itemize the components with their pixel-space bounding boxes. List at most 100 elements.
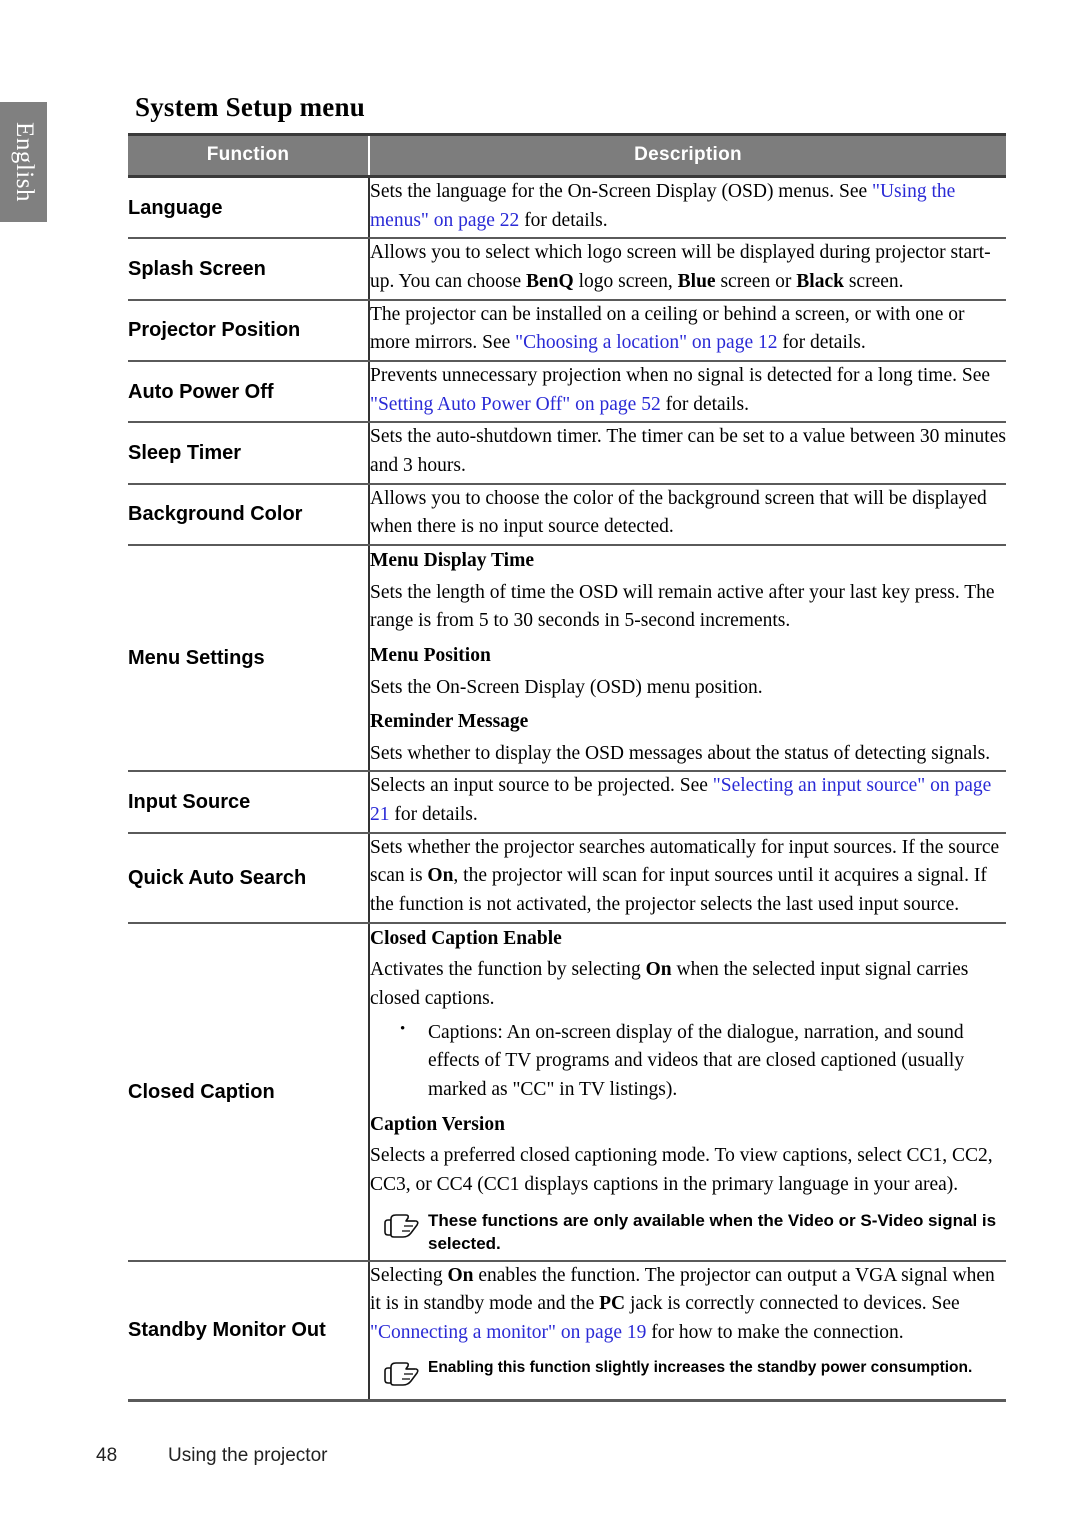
system-setup-table: Function Description Language Sets the la…: [128, 133, 1006, 1403]
emphasis-text: Blue: [677, 270, 716, 292]
table-row: Standby Monitor Out Selecting On enables …: [128, 1260, 1006, 1403]
emphasis-text: Black: [796, 270, 844, 292]
column-header-description: Description: [369, 133, 1006, 178]
table-row: Sleep Timer Sets the auto-shutdown timer.…: [128, 422, 1006, 485]
emphasis-text: On: [447, 1264, 474, 1286]
description-cell: Selects an input source to be projected.…: [369, 771, 1006, 834]
footer-page-number: 48: [96, 1445, 118, 1466]
body-text: Sets the length of time the OSD will rem…: [370, 581, 995, 632]
page-content: System Setup menu Function Description L…: [128, 92, 1006, 1403]
description-cell: Closed Caption Enable Activates the funct…: [369, 922, 1006, 1262]
table-row: Quick Auto Search Sets whether the projec…: [128, 832, 1006, 924]
function-name-cell: Input Source: [128, 771, 370, 834]
body-text: Selects an input source to be projected.…: [370, 775, 713, 797]
description-paragraph: Activates the function by selecting On w…: [370, 956, 1006, 1013]
description-bullet-list: Captions: An on-screen display of the di…: [370, 1018, 1006, 1105]
description-cell: Sets the auto-shutdown timer. The timer …: [369, 422, 1006, 485]
body-text: , the projector will scan for input sour…: [370, 865, 987, 916]
document-page: { "sidebar": { "language_tab": "English"…: [0, 0, 1080, 1534]
page-footer: 48 Using the projector: [96, 1445, 996, 1467]
body-text: for details.: [777, 332, 866, 354]
cross-reference-link[interactable]: "Choosing a location" on page 12: [515, 332, 777, 353]
description-paragraph: Sets whether to display the OSD messages…: [370, 740, 1006, 769]
table-header-row: Function Description: [128, 133, 1006, 178]
body-text: screen.: [843, 270, 904, 292]
description-subheading: Menu Display Time: [370, 549, 534, 571]
emphasis-text: On: [645, 959, 672, 981]
table-body: Language Sets the language for the On-Scr…: [128, 176, 1006, 1403]
function-name-cell: Menu Settings: [128, 544, 370, 773]
description-cell: Allows you to choose the color of the ba…: [369, 483, 1006, 546]
function-name-cell: Quick Auto Search: [128, 832, 370, 924]
note-callout: Enabling this function slightly increase…: [370, 1358, 1006, 1396]
body-text: for details.: [389, 804, 478, 826]
description-subheading: Caption Version: [370, 1113, 505, 1135]
function-name-cell: Splash Screen: [128, 238, 370, 301]
table-row: Menu Settings Menu Display Time Sets the l…: [128, 544, 1006, 773]
description-subheading: Closed Caption Enable: [370, 927, 562, 949]
body-text: Selects a preferred closed captioning mo…: [370, 1145, 993, 1195]
language-tab-label: English: [10, 122, 38, 202]
function-name-cell: Projector Position: [128, 299, 370, 362]
description-paragraph: Sets the length of time the OSD will rem…: [370, 579, 1006, 636]
body-text: Prevents unnecessary projection when no …: [370, 364, 991, 386]
body-text: jack is correctly connected to devices. …: [625, 1293, 960, 1315]
table-row: Closed Caption Closed Caption Enable Activ…: [128, 922, 1006, 1262]
page-title: System Setup menu: [135, 92, 365, 122]
column-header-function: Function: [128, 133, 370, 178]
description-cell: Menu Display Time Sets the length of time…: [369, 544, 1006, 773]
body-text: Sets the On-Screen Display (OSD) menu po…: [370, 676, 763, 698]
emphasis-text: On: [427, 865, 454, 887]
description-paragraph: Sets whether the projector searches auto…: [370, 834, 1006, 920]
pointing-hand-icon: [382, 1212, 424, 1248]
body-text: Sets the language for the On-Screen Disp…: [370, 181, 873, 202]
note-text: Enabling this function slightly increase…: [428, 1358, 973, 1376]
description-cell: The projector can be installed on a ceil…: [369, 299, 1006, 362]
description-paragraph: Selecting On enables the function. The p…: [370, 1262, 1006, 1348]
description-paragraph: Selects a preferred closed captioning mo…: [370, 1142, 1006, 1199]
description-paragraph: Allows you to choose the color of the ba…: [370, 485, 1006, 542]
cross-reference-link[interactable]: "Connecting a monitor" on page 19: [370, 1322, 646, 1343]
body-text: Selecting: [370, 1264, 448, 1286]
function-name-cell: Sleep Timer: [128, 422, 370, 485]
note-text: These functions are only available when …: [428, 1210, 997, 1253]
description-paragraph: Sets the auto-shutdown timer. The timer …: [370, 423, 1006, 480]
table-row: Language Sets the language for the On-Scr…: [128, 176, 1006, 240]
table-row: Projector Position The projector can be i…: [128, 299, 1006, 362]
function-name-cell: Standby Monitor Out: [128, 1260, 370, 1403]
note-callout: These functions are only available when …: [370, 1210, 1006, 1256]
function-name-cell: Closed Caption: [128, 922, 370, 1262]
list-item: Captions: An on-screen display of the di…: [400, 1018, 1006, 1105]
function-name-cell: Auto Power Off: [128, 360, 370, 424]
description-cell: Prevents unnecessary projection when no …: [369, 360, 1006, 424]
description-cell: Allows you to select which logo screen w…: [369, 238, 1006, 301]
table-row: Background Color Allows you to choose the…: [128, 483, 1006, 546]
description-paragraph: Selects an input source to be projected.…: [370, 772, 1006, 829]
body-text: Allows you to choose the color of the ba…: [370, 487, 987, 538]
table-header: Function Description: [128, 133, 1006, 178]
body-text: Activates the function by selecting: [370, 959, 646, 981]
description-subheading: Menu Position: [370, 644, 491, 666]
description-cell: Sets whether the projector searches auto…: [369, 832, 1006, 924]
footer-section-name: Using the projector: [168, 1445, 328, 1466]
function-name-cell: Background Color: [128, 483, 370, 546]
function-name-cell: Language: [128, 176, 370, 240]
body-text: for details.: [660, 393, 749, 415]
description-paragraph: Sets the On-Screen Display (OSD) menu po…: [370, 674, 1006, 703]
body-text: Sets the auto-shutdown timer. The timer …: [370, 426, 1006, 476]
body-text: for details.: [519, 209, 608, 231]
body-text: for how to make the connection.: [646, 1321, 904, 1343]
cross-reference-link[interactable]: "Setting Auto Power Off" on page 52: [370, 394, 661, 415]
language-tab: English: [0, 102, 47, 222]
body-text: screen or: [715, 270, 797, 292]
emphasis-text: BenQ: [526, 270, 574, 292]
pointing-hand-icon: [382, 1360, 424, 1396]
description-paragraph: Allows you to select which logo screen w…: [370, 239, 1006, 296]
table-row: Auto Power Off Prevents unnecessary proje…: [128, 360, 1006, 424]
body-text: Sets whether to display the OSD messages…: [370, 742, 991, 764]
emphasis-text: PC: [599, 1293, 626, 1315]
table-row: Input Source Selects an input source to b…: [128, 771, 1006, 834]
table-row: Splash Screen Allows you to select which …: [128, 238, 1006, 301]
description-cell: Sets the language for the On-Screen Disp…: [369, 176, 1006, 240]
description-paragraph: The projector can be installed on a ceil…: [370, 301, 1006, 358]
